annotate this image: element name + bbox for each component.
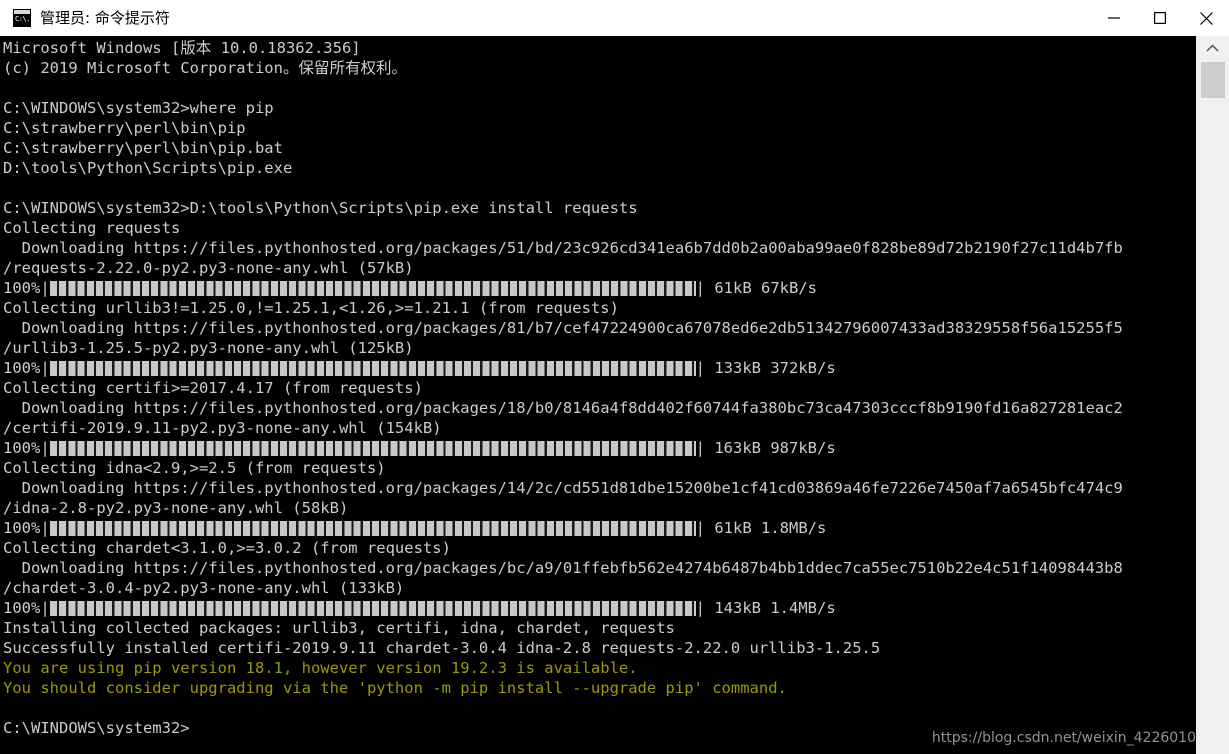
console-line: Microsoft Windows [版本 10.0.18362.356]	[3, 39, 361, 57]
console-line: Downloading https://files.pythonhosted.o…	[3, 319, 1123, 337]
scroll-up-arrow-icon[interactable]	[1196, 36, 1229, 60]
progress-bar-row: 100% | | 61kB 67kB/s	[3, 278, 1196, 298]
console-line: /urllib3-1.25.5-py2.py3-none-any.whl (12…	[3, 339, 414, 357]
progress-bar-right-edge: |	[695, 359, 706, 377]
progress-bar-right-edge: |	[695, 519, 706, 537]
progress-meta: 61kB 1.8MB/s	[705, 519, 827, 537]
console-line: /requests-2.22.0-py2.py3-none-any.whl (5…	[3, 259, 414, 277]
progress-meta: 143kB 1.4MB/s	[705, 599, 836, 617]
minimize-button[interactable]	[1091, 0, 1137, 36]
console-line: Collecting requests	[3, 219, 181, 237]
console-line: Collecting idna<2.9,>=2.5 (from requests…	[3, 459, 386, 477]
console-lines: Microsoft Windows [版本 10.0.18362.356] (c)…	[3, 38, 1196, 738]
progress-percent: 100%	[3, 599, 41, 617]
progress-bar-fill	[49, 440, 696, 456]
progress-bar-right-edge: |	[695, 599, 706, 617]
watermark-text: https://blog.csdn.net/weixin_4226010	[931, 730, 1196, 746]
progress-bar-right-edge: |	[695, 439, 706, 457]
cmd-icon-glyph: C:\.	[15, 15, 30, 23]
console-warning-line: You should consider upgrading via the 'p…	[3, 679, 787, 697]
progress-bar-row: 100% | | 133kB 372kB/s	[3, 358, 1196, 378]
progress-bar-fill	[49, 520, 696, 536]
console-line: C:\strawberry\perl\bin\pip.bat	[3, 139, 283, 157]
console-line: C:\WINDOWS\system32>D:\tools\Python\Scri…	[3, 199, 638, 217]
progress-percent: 100%	[3, 519, 41, 537]
progress-meta: 163kB 987kB/s	[705, 439, 836, 457]
progress-bar-row: 100% | | 61kB 1.8MB/s	[3, 518, 1196, 538]
console-line: Collecting chardet<3.1.0,>=3.0.2 (from r…	[3, 539, 451, 557]
console-line: (c) 2019 Microsoft Corporation。保留所有权利。	[3, 59, 407, 77]
console-line: Successfully installed certifi-2019.9.11…	[3, 639, 881, 657]
console-line: Installing collected packages: urllib3, …	[3, 619, 675, 637]
progress-bar-row: 100% | | 163kB 987kB/s	[3, 438, 1196, 458]
maximize-button[interactable]	[1137, 0, 1183, 36]
console-line: Collecting urllib3!=1.25.0,!=1.25.1,<1.2…	[3, 299, 619, 317]
console-line: /idna-2.8-py2.py3-none-any.whl (58kB)	[3, 499, 349, 517]
progress-bar-row: 100% | | 143kB 1.4MB/s	[3, 598, 1196, 618]
console-line: Downloading https://files.pythonhosted.o…	[3, 479, 1123, 497]
progress-meta: 61kB 67kB/s	[705, 279, 817, 297]
progress-bar-left-edge: |	[40, 439, 50, 457]
window-title: 管理员: 命令提示符	[40, 9, 170, 27]
progress-meta: 133kB 372kB/s	[705, 359, 836, 377]
console-line: /certifi-2019.9.11-py2.py3-none-any.whl …	[3, 419, 442, 437]
progress-bar-right-edge: |	[695, 279, 706, 297]
progress-bar-fill	[49, 600, 696, 616]
progress-bar-fill	[49, 280, 696, 296]
console-line: C:\WINDOWS\system32>where pip	[3, 99, 274, 117]
progress-bar-fill	[49, 360, 696, 376]
console-output-area[interactable]: Microsoft Windows [版本 10.0.18362.356] (c)…	[0, 36, 1196, 754]
close-button[interactable]	[1183, 0, 1229, 36]
progress-bar-left-edge: |	[40, 359, 50, 377]
progress-percent: 100%	[3, 279, 41, 297]
command-prompt-window: C:\. 管理员: 命令提示符 Microsoft Windows [版本 10…	[0, 0, 1229, 754]
cmd-icon: C:\.	[13, 9, 31, 27]
progress-percent: 100%	[3, 359, 41, 377]
console-line: D:\tools\Python\Scripts\pip.exe	[3, 159, 293, 177]
progress-bar-left-edge: |	[40, 519, 50, 537]
console-line: /chardet-3.0.4-py2.py3-none-any.whl (133…	[3, 579, 405, 597]
scrollbar-thumb[interactable]	[1201, 62, 1225, 98]
window-controls	[1091, 0, 1229, 36]
title-bar[interactable]: C:\. 管理员: 命令提示符	[0, 0, 1229, 36]
console-line: C:\strawberry\perl\bin\pip	[3, 119, 246, 137]
console-warning-line: You are using pip version 18.1, however …	[3, 659, 638, 677]
progress-bar-left-edge: |	[40, 279, 50, 297]
console-line: Downloading https://files.pythonhosted.o…	[3, 239, 1123, 257]
console-line: Downloading https://files.pythonhosted.o…	[3, 559, 1123, 577]
console-line: Downloading https://files.pythonhosted.o…	[3, 399, 1123, 417]
console-line: Collecting certifi>=2017.4.17 (from requ…	[3, 379, 423, 397]
vertical-scrollbar[interactable]	[1196, 36, 1229, 754]
progress-bar-left-edge: |	[40, 599, 50, 617]
progress-percent: 100%	[3, 439, 41, 457]
